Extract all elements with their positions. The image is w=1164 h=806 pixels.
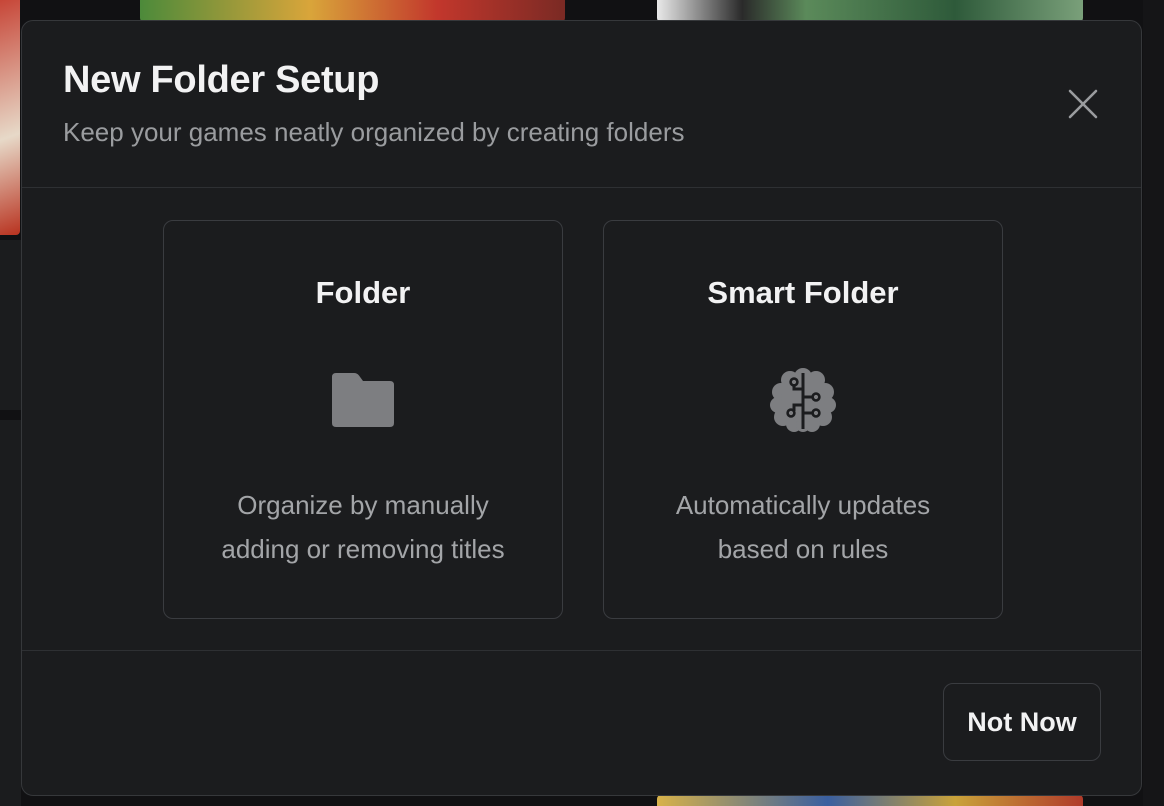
background-game-cover (0, 0, 20, 235)
background-panel (0, 240, 21, 410)
dialog-subtitle: Keep your games neatly organized by crea… (63, 117, 685, 147)
dialog-body: Folder Organize by manually adding or re… (22, 188, 1141, 652)
dialog-title: New Folder Setup (63, 59, 380, 101)
new-folder-dialog: New Folder Setup Keep your games neatly … (21, 20, 1142, 796)
folder-option-description-line: Organize by manually (237, 490, 489, 520)
background-panel (0, 420, 21, 806)
folder-icon (328, 365, 398, 435)
background-game-cover (140, 0, 565, 22)
folder-option-title: Folder (315, 275, 411, 310)
folder-option-description: Organize by manually adding or removing … (184, 483, 542, 571)
smart-folder-option-description-line: based on rules (717, 534, 889, 564)
smart-folder-option-card[interactable]: Smart Folder Automatically updates based… (603, 220, 1003, 619)
smart-folder-option-description: Automatically updates based on rules (624, 483, 982, 571)
dialog-footer: Not Now (22, 650, 1141, 795)
background-panel (1143, 0, 1164, 806)
dialog-header: New Folder Setup Keep your games neatly … (22, 21, 1141, 188)
background-game-cover (657, 795, 1083, 806)
smart-folder-option-description-line: Automatically updates (675, 490, 931, 520)
brain-circuit-icon (768, 365, 838, 435)
smart-folder-option-title: Smart Folder (707, 275, 899, 310)
not-now-button[interactable]: Not Now (943, 683, 1101, 761)
background-game-cover (657, 0, 1083, 22)
folder-option-description-line: adding or removing titles (221, 534, 505, 564)
close-button[interactable] (1062, 83, 1104, 125)
folder-option-card[interactable]: Folder Organize by manually adding or re… (163, 220, 563, 619)
close-icon (1068, 89, 1098, 119)
